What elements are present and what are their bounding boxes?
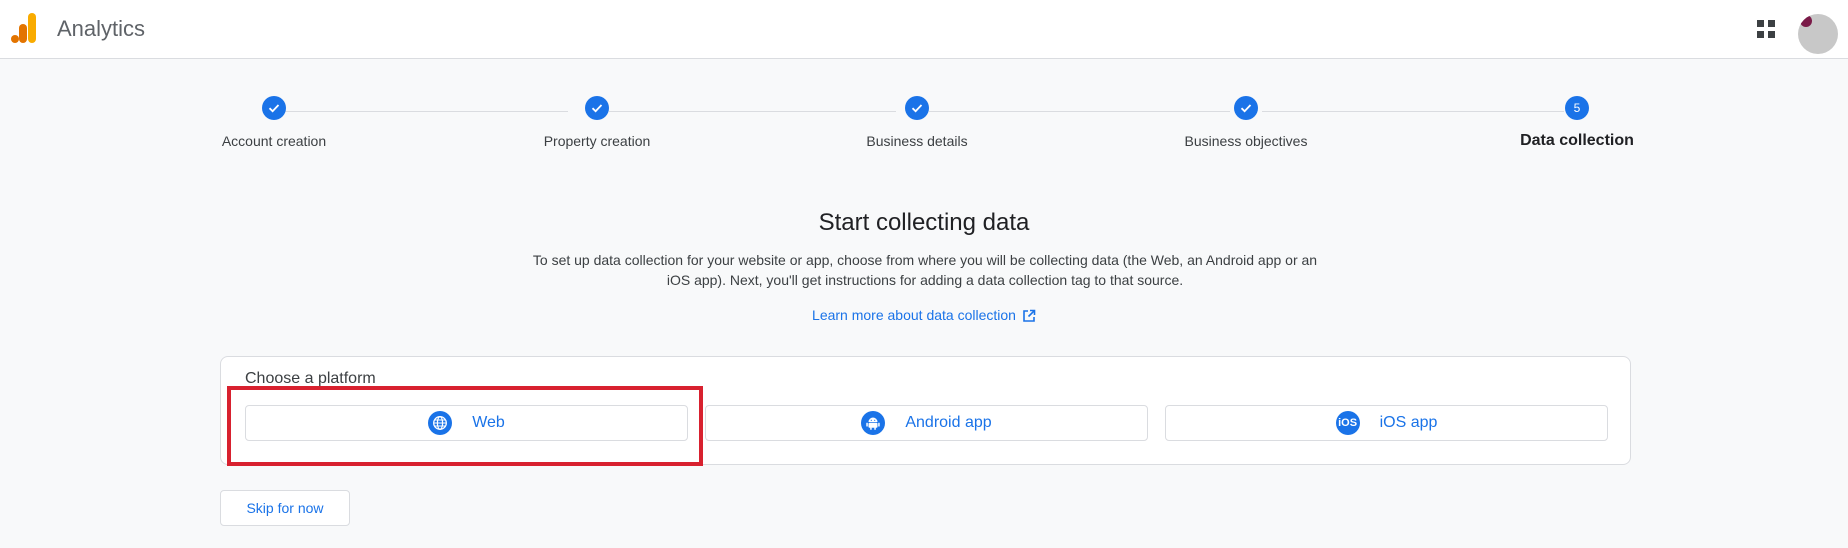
globe-icon	[428, 411, 453, 435]
step-data-collection: 5 Data collection	[1457, 96, 1697, 150]
step-number-badge: 5	[1565, 96, 1589, 120]
step-account-creation: Account creation	[154, 96, 394, 149]
external-link-icon	[1023, 309, 1036, 322]
step-label: Account creation	[221, 133, 327, 149]
app-title: Analytics	[57, 16, 146, 41]
check-icon	[1234, 96, 1258, 120]
web-platform-button[interactable]: Web	[245, 405, 688, 441]
check-icon	[262, 96, 286, 120]
learn-more-link[interactable]: Learn more about data collection	[0, 307, 1848, 323]
ios-icon: iOS	[1335, 411, 1360, 435]
step-property-creation: Property creation	[477, 96, 717, 149]
android-platform-label: Android app	[905, 414, 992, 431]
step-label-current: Data collection	[1520, 132, 1634, 149]
check-icon	[585, 96, 609, 120]
step-label: Business details	[866, 133, 968, 149]
step-business-objectives: Business objectives	[1126, 96, 1366, 149]
platform-card: Choose a platform Web Android app iOS iO…	[220, 356, 1631, 465]
avatar-image-fragment	[1800, 15, 1812, 27]
setup-stepper: Account creation Property creation Busin…	[0, 96, 1848, 166]
user-avatar[interactable]	[1798, 14, 1838, 54]
learn-more-link-text: Learn more about data collection	[812, 307, 1016, 323]
web-platform-label: Web	[472, 414, 505, 431]
android-platform-button[interactable]: Android app	[705, 405, 1148, 441]
android-icon	[861, 411, 886, 435]
platform-card-title: Choose a platform	[245, 370, 376, 387]
apps-grid-icon[interactable]	[1756, 19, 1776, 39]
check-icon	[905, 96, 929, 120]
page-heading: Start collecting data	[818, 209, 1030, 236]
top-app-bar: Analytics	[0, 0, 1848, 59]
ios-platform-label: iOS app	[1379, 414, 1438, 431]
step-label: Business objectives	[1184, 133, 1308, 149]
ios-platform-button[interactable]: iOS iOS app	[1165, 405, 1608, 441]
analytics-logo-icon[interactable]	[11, 13, 37, 43]
step-label: Property creation	[543, 133, 651, 149]
page-description: To set up data collection for your websi…	[532, 252, 1318, 288]
step-business-details: Business details	[797, 96, 1037, 149]
skip-for-now-button[interactable]: Skip for now	[220, 490, 350, 526]
